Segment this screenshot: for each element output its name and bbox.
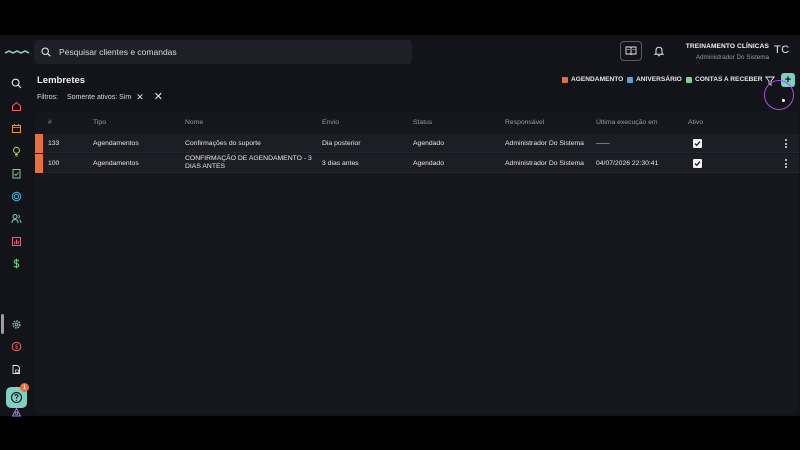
- checkmark-icon: [694, 161, 701, 167]
- legend-item-aniversario: ANIVERSÁRIO: [627, 76, 682, 83]
- bell-icon: [653, 46, 665, 57]
- app-window: Pesquisar clientes e comandas TREINAMENT…: [0, 35, 800, 416]
- legend-label: AGENDAMENTO: [571, 76, 624, 83]
- cell-responsavel: Administrador Do Sistema: [505, 140, 584, 147]
- cell-nome: CONFIRMAÇÃO DE AGENDAMENTO - 3 DIAS ANTE…: [185, 155, 312, 170]
- cursor-highlight: [764, 80, 794, 110]
- checkmark-icon: [694, 141, 701, 147]
- sidebar-item-finance[interactable]: [9, 256, 23, 270]
- main-content: Lembretes Filtros: Somente ativos: Sim ✕…: [32, 69, 800, 416]
- sidebar-item-records[interactable]: [9, 166, 23, 180]
- svg-text:$: $: [14, 343, 18, 350]
- cell-nome: Confirmações do suporte: [185, 140, 261, 147]
- sidebar-item-calendar[interactable]: [9, 121, 23, 135]
- column-header-tipo[interactable]: Tipo: [93, 119, 106, 126]
- calendar-icon: [11, 123, 21, 133]
- search-input[interactable]: Pesquisar clientes e comandas: [34, 40, 412, 64]
- manual-button[interactable]: [620, 41, 642, 61]
- cell-envio: Dia posterior: [322, 140, 361, 147]
- notifications-button[interactable]: [650, 42, 668, 60]
- search-placeholder: Pesquisar clientes e comandas: [59, 47, 177, 57]
- book-icon: [625, 46, 637, 56]
- sidebar-item-reports[interactable]: [9, 234, 23, 248]
- cell-status: Agendado: [413, 160, 444, 167]
- reminders-table: # Tipo Nome Envio Status Responsável Últ…: [35, 111, 799, 414]
- user-role: Administrador Do Sistema: [695, 54, 769, 61]
- sidebar-item-goals[interactable]: [9, 189, 23, 203]
- organization-name: TREINAMENTO CLÍNICAS: [685, 43, 769, 50]
- cell-tipo: Agendamentos: [93, 160, 139, 167]
- column-header-id[interactable]: #: [48, 119, 52, 126]
- clipboard-icon: [12, 168, 20, 178]
- sidebar-item-search[interactable]: [9, 76, 23, 90]
- filters-bar: Filtros: Somente ativos: Sim ✕ ✕: [37, 91, 163, 103]
- search-icon: [11, 78, 21, 88]
- page-title: Lembretes: [37, 75, 86, 86]
- sidebar-item-home[interactable]: [9, 99, 23, 113]
- target-icon: [11, 191, 21, 201]
- column-header-status[interactable]: Status: [413, 119, 432, 126]
- cell-id: 133: [48, 140, 60, 147]
- row-menu-icon[interactable]: [785, 139, 788, 149]
- table-row[interactable]: 100 Agendamentos CONFIRMAÇÃO DE AGENDAME…: [35, 154, 799, 173]
- sidebar-item-settings[interactable]: [9, 317, 23, 331]
- sidebar-item-clients[interactable]: [9, 211, 23, 225]
- network-icon: [11, 407, 21, 416]
- legend-swatch: [627, 76, 633, 83]
- sidebar-item-ideas[interactable]: [9, 144, 23, 158]
- legend-swatch: [686, 76, 692, 83]
- legend-item-agendamento: AGENDAMENTO: [562, 76, 623, 83]
- chart-icon: [11, 236, 21, 246]
- cursor-pointer: [782, 99, 785, 102]
- column-header-responsavel[interactable]: Responsável: [505, 119, 544, 126]
- users-icon: [11, 213, 21, 223]
- home-icon: [11, 101, 21, 111]
- row-menu-icon[interactable]: [785, 159, 788, 169]
- cell-tipo: Agendamentos: [93, 140, 139, 147]
- remove-filter-icon[interactable]: ✕: [136, 92, 144, 102]
- settings-icon: [11, 319, 21, 329]
- sidebar-item-documents[interactable]: [9, 362, 23, 376]
- column-header-nome[interactable]: Nome: [185, 119, 203, 126]
- help-badge: 1: [20, 383, 29, 392]
- cell-status: Agendado: [413, 140, 444, 147]
- dollar-icon: [13, 258, 19, 268]
- cell-envio: 3 dias antes: [322, 160, 359, 167]
- legend-label: CONTAS A RECEBER: [695, 76, 763, 83]
- column-header-ultima-execucao[interactable]: Última execução em: [596, 119, 658, 126]
- avatar[interactable]: TC: [774, 44, 790, 56]
- cell-responsavel: Administrador Do Sistema: [505, 160, 584, 167]
- table-row[interactable]: 133 Agendamentos Confirmações do suporte…: [35, 134, 799, 153]
- question-icon: [10, 391, 23, 404]
- document-lock-icon: [12, 364, 20, 374]
- clear-filters-icon[interactable]: ✕: [154, 91, 163, 103]
- coin-icon: $: [11, 341, 21, 351]
- legend-label: ANIVERSÁRIO: [636, 76, 682, 83]
- sidebar: $ 1: [0, 69, 32, 416]
- legend-item-contas-a-receber: CONTAS A RECEBER: [686, 76, 763, 83]
- logo-icon[interactable]: [4, 47, 30, 57]
- user-info[interactable]: TREINAMENTO CLÍNICAS Administrador Do Si…: [686, 43, 769, 61]
- sidebar-item-payments[interactable]: $: [9, 339, 23, 353]
- filters-label: Filtros:: [37, 93, 58, 101]
- filter-chip-label: Somente ativos: Sim: [67, 93, 132, 101]
- sidebar-active-indicator: [1, 314, 4, 334]
- active-checkbox[interactable]: [693, 159, 702, 168]
- lightbulb-icon: [12, 146, 20, 156]
- search-icon: [41, 47, 51, 57]
- column-header-envio[interactable]: Envio: [322, 119, 339, 126]
- legend-swatch: [562, 76, 568, 83]
- active-checkbox[interactable]: [693, 139, 702, 148]
- row-type-color: [35, 134, 43, 153]
- row-type-color: [35, 154, 43, 173]
- top-bar: Pesquisar clientes e comandas TREINAMENT…: [0, 35, 800, 69]
- cell-ultima-execucao: 04/07/2026 22:30:41: [596, 160, 659, 167]
- cell-id: 100: [48, 160, 60, 167]
- cell-ultima-execucao: ——: [596, 140, 610, 147]
- filter-chip[interactable]: Somente ativos: Sim ✕: [67, 92, 144, 102]
- column-header-ativo[interactable]: Ativo: [688, 119, 703, 126]
